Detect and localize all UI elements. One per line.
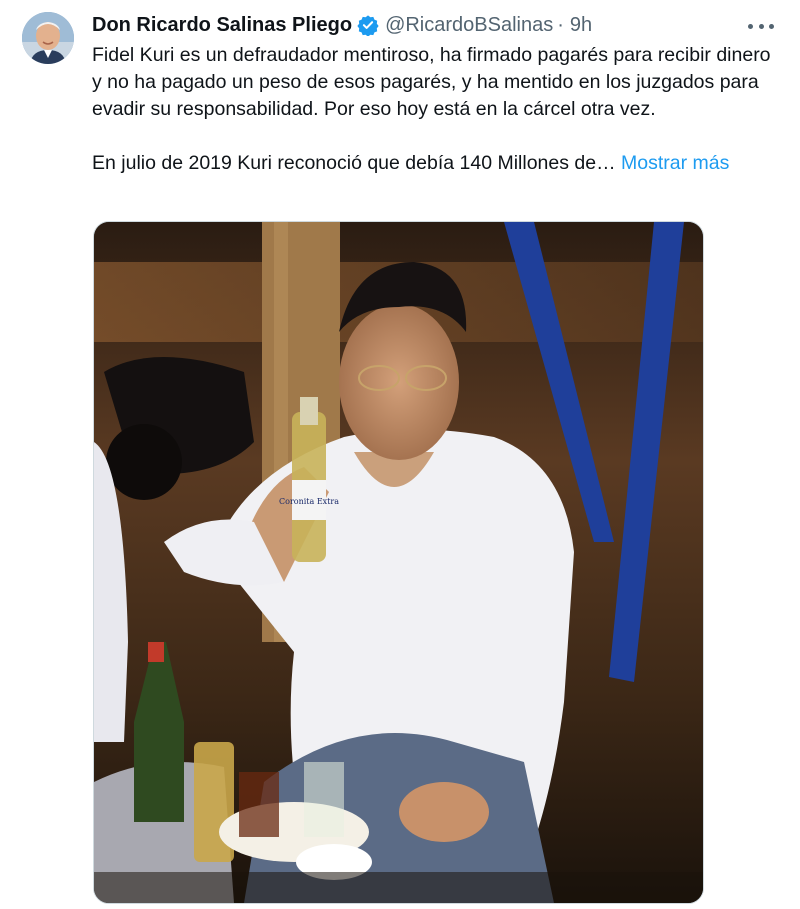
photo-image: Coronita Extra: [94, 222, 703, 903]
verified-badge-icon: [357, 14, 379, 37]
author-display-name[interactable]: Don Ricardo Salinas Pliego: [92, 12, 352, 38]
more-horizontal-icon[interactable]: [748, 14, 774, 38]
avatar[interactable]: [22, 12, 74, 64]
tweet-card[interactable]: Don Ricardo Salinas Pliego @RicardoBSali…: [0, 0, 800, 909]
header-separator: ·: [557, 14, 564, 36]
more-dot: [748, 23, 753, 29]
show-more-link[interactable]: Mostrar más: [621, 152, 729, 174]
tweet-paragraph-1: Fidel Kuri es un defraudador mentiroso, …: [92, 44, 771, 120]
more-dot: [758, 23, 764, 29]
tweet-header: Don Ricardo Salinas Pliego @RicardoBSali…: [92, 12, 592, 38]
tweet-timestamp[interactable]: 9h: [570, 12, 592, 38]
avatar-image: [22, 12, 74, 64]
bottle-label: Coronita Extra: [279, 497, 339, 506]
tweet-photo[interactable]: Coronita Extra: [93, 221, 704, 904]
tweet-text: Fidel Kuri es un defraudador mentiroso, …: [92, 42, 782, 177]
more-dot: [769, 23, 774, 29]
tweet-paragraph-2-text: En julio de 2019 Kuri reconoció que debí…: [92, 152, 616, 174]
author-handle[interactable]: @RicardoBSalinas: [385, 12, 553, 38]
tweet-paragraph-2: En julio de 2019 Kuri reconoció que debí…: [92, 150, 782, 177]
